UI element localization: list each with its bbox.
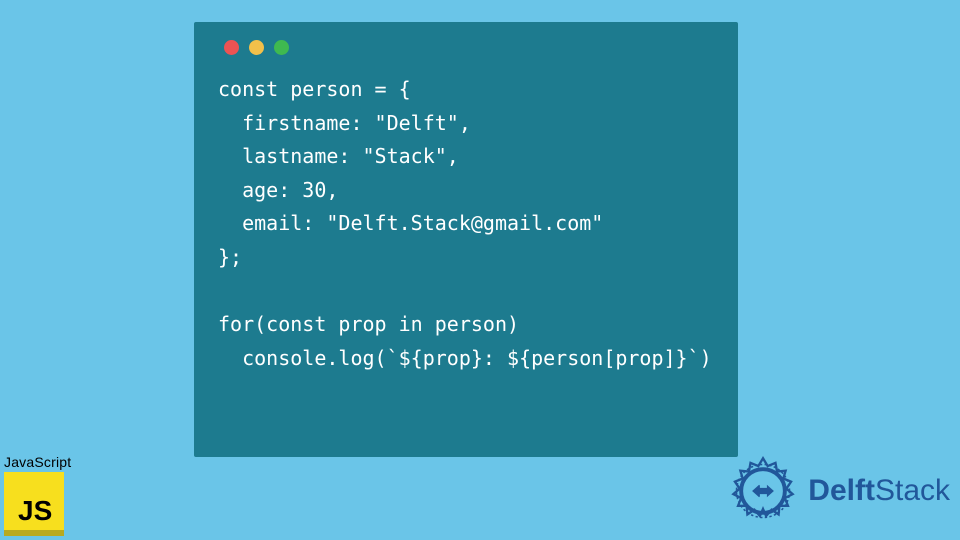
- code-line: const person = {: [218, 77, 411, 101]
- javascript-label: JavaScript: [4, 454, 90, 470]
- maximize-icon: [274, 40, 289, 55]
- javascript-logo-icon: JS: [4, 472, 64, 530]
- code-line: email: "Delft.Stack@gmail.com": [218, 211, 603, 235]
- code-line: firstname: "Delft",: [218, 111, 471, 135]
- code-line: age: 30,: [218, 178, 338, 202]
- delftstack-brand: DelftStack: [724, 452, 950, 530]
- code-line: for(const prop in person): [218, 312, 519, 336]
- code-line: lastname: "Stack",: [218, 144, 459, 168]
- javascript-badge: JavaScript JS: [4, 454, 90, 530]
- code-line: console.log(`${prop}: ${person[prop]}`): [218, 346, 712, 370]
- minimize-icon: [249, 40, 264, 55]
- code-window: const person = { firstname: "Delft", las…: [194, 22, 738, 457]
- window-controls: [224, 40, 714, 55]
- code-line: };: [218, 245, 242, 269]
- brand-part1: Delft: [808, 474, 875, 507]
- delftstack-text: DelftStack: [808, 474, 950, 508]
- brand-part2: Stack: [875, 474, 950, 507]
- code-block: const person = { firstname: "Delft", las…: [218, 73, 714, 375]
- svg-text:JS: JS: [18, 495, 52, 526]
- delftstack-logo-icon: [724, 452, 802, 530]
- close-icon: [224, 40, 239, 55]
